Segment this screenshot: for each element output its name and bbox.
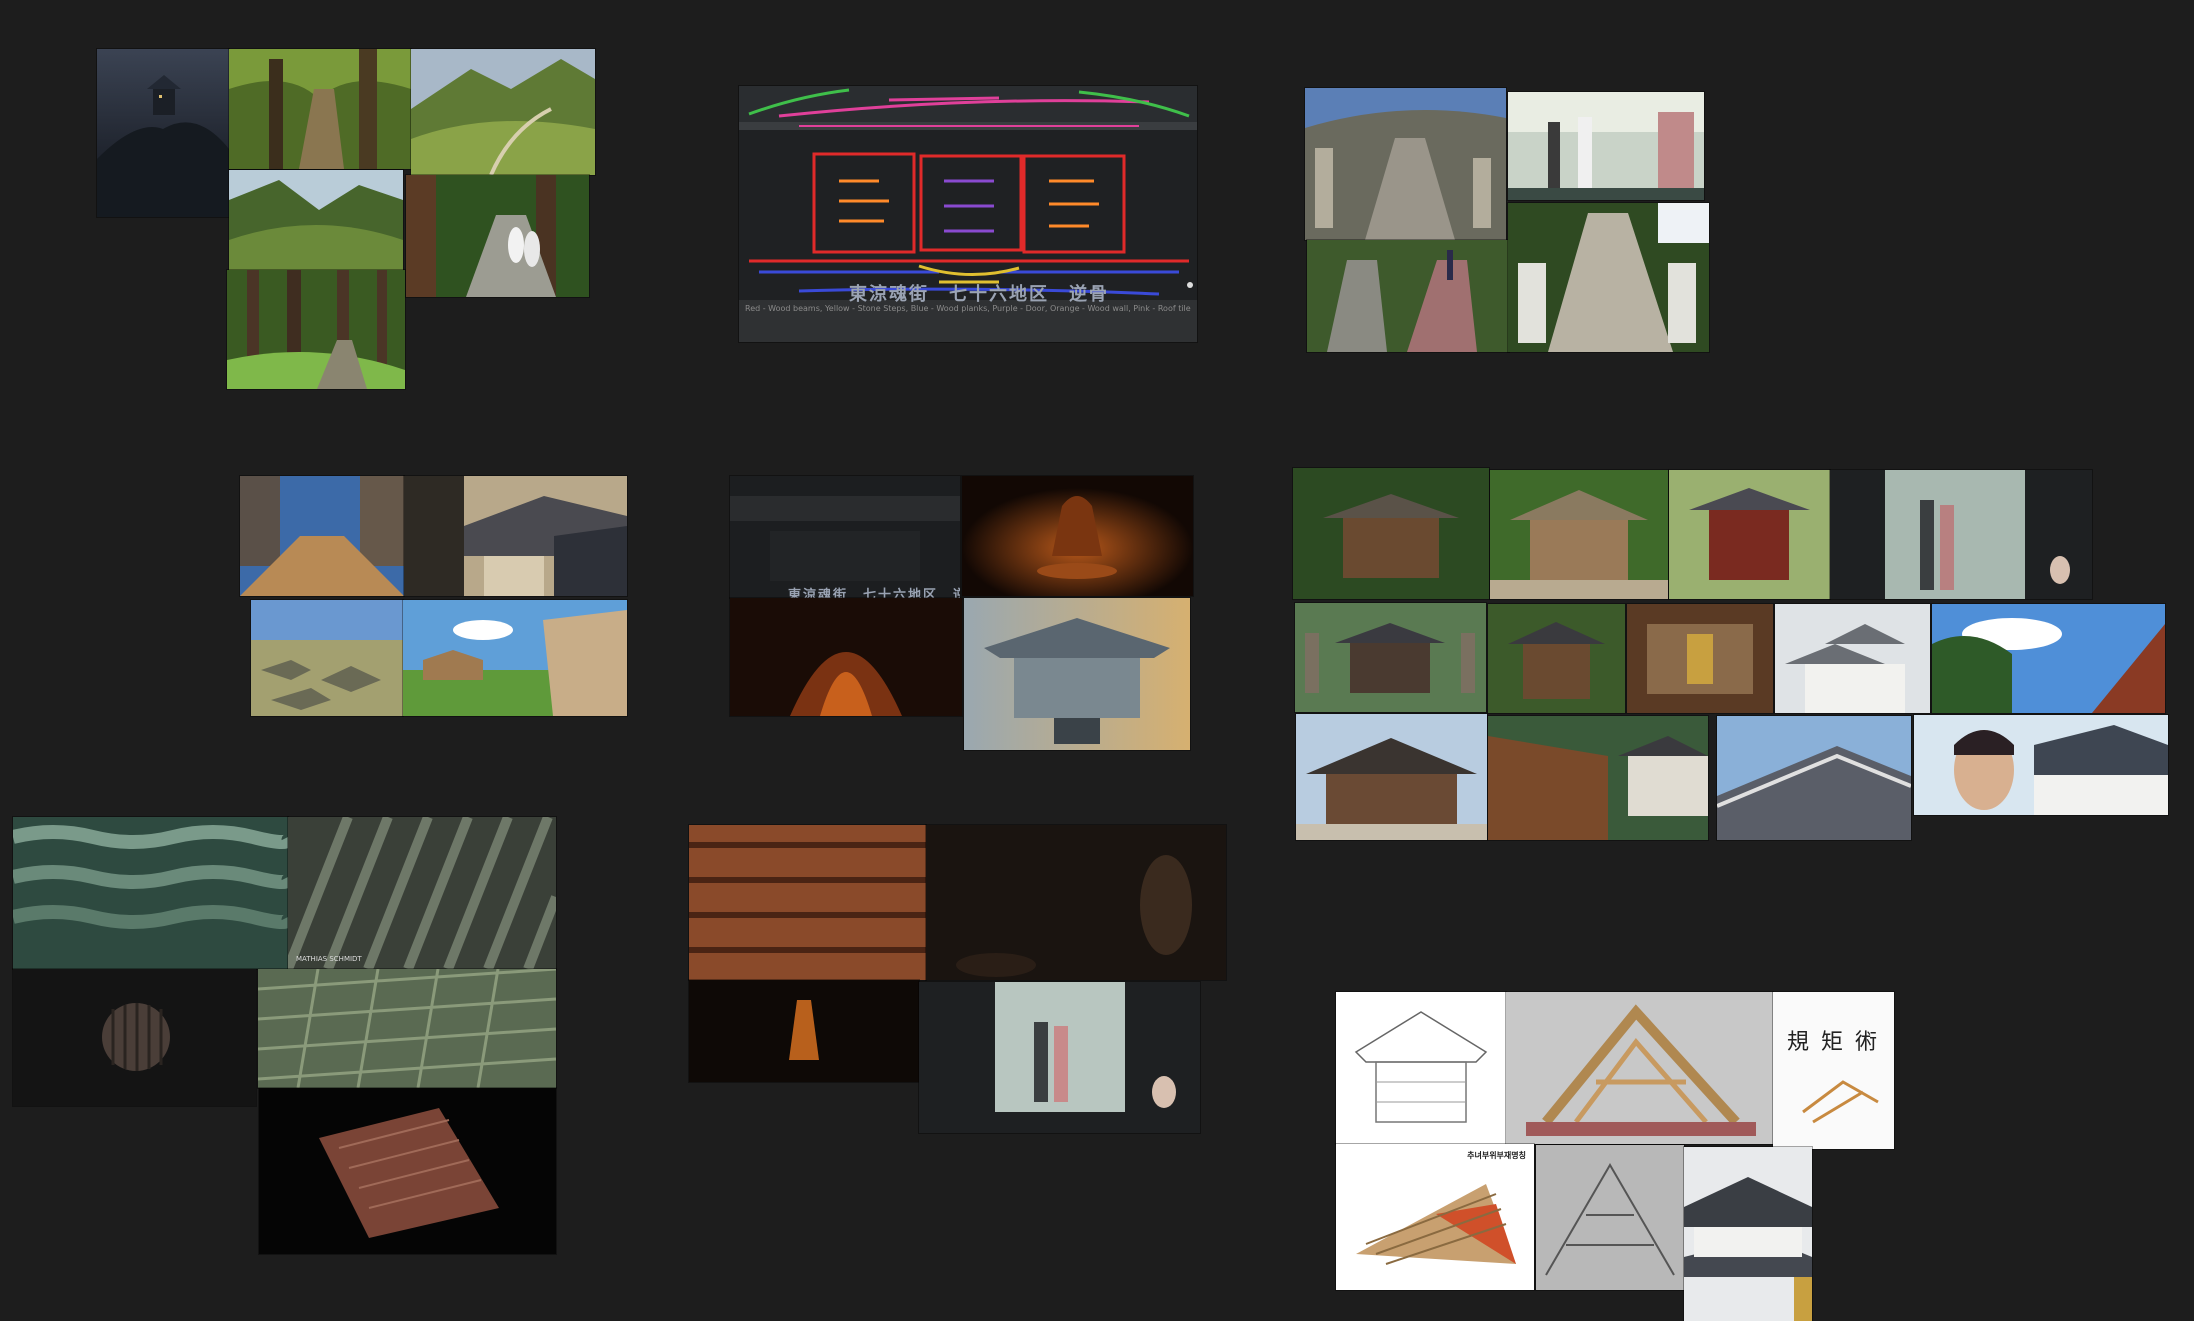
dark-roof-tiles-image[interactable]: MATHIAS SCHMIDT (288, 817, 556, 969)
anime-village-hut-image[interactable] (403, 600, 627, 716)
tile-sphere-render-image[interactable] (13, 969, 256, 1106)
anime-doorway-scene-image[interactable] (919, 982, 1200, 1133)
green-roof-tiles-image[interactable] (13, 817, 288, 969)
grand-stone-staircase-image[interactable] (1508, 203, 1709, 352)
red-shrine-image[interactable] (1669, 470, 1830, 599)
glowing-figure-image[interactable] (689, 980, 919, 1082)
wood-planks-texture-image[interactable] (689, 825, 926, 980)
mossy-forest-path-image[interactable] (229, 49, 411, 169)
shrine-sign-text: 東涼魂街 七十六地区 逆骨 (788, 588, 960, 598)
anime-wooden-houses-image[interactable] (404, 476, 627, 596)
flame-spirit-image[interactable] (962, 476, 1193, 596)
anime-pine-roof-image[interactable] (1932, 604, 2165, 713)
terracotta-tile-patch-image[interactable] (259, 1088, 556, 1254)
forest-shrine-2-image[interactable] (1490, 470, 1668, 599)
color-coded-shrine-breakdown[interactable]: 東涼魂街 七十六地区 逆骨 Red - Wood beams, Yellow -… (739, 86, 1197, 342)
weathered-tile-grid-image[interactable] (258, 969, 556, 1088)
anime-rooftops-overview-image[interactable] (251, 600, 403, 716)
wooden-veranda-house-image[interactable] (1488, 716, 1708, 840)
lantern-shrine-image[interactable] (1295, 603, 1486, 712)
anime-samurai-portrait-image[interactable] (1914, 715, 2168, 815)
book-title: 規矩術 (1787, 1030, 1890, 1055)
dark-room-figure-image[interactable] (926, 825, 1226, 980)
stone-stairs-lanterns-image[interactable] (1305, 88, 1506, 240)
moodboard-canvas[interactable]: 東涼魂街 七十六地区 逆骨 Red - Wood beams, Yellow -… (0, 0, 2194, 1321)
mossy-stone-stairs-image[interactable] (1307, 240, 1509, 352)
misty-temple-image[interactable] (964, 598, 1190, 750)
castle-roofs-image[interactable] (1775, 604, 1930, 713)
forest-stairs-pilgrims-image[interactable] (406, 175, 589, 297)
bracket-wireframe-image[interactable] (1536, 1145, 1684, 1290)
dark-shrine-facade-image[interactable]: 東涼魂街 七十六地区 逆骨 (730, 476, 960, 598)
anime-stairs-characters-image[interactable] (1508, 92, 1704, 200)
flame-spirit-closeup-image[interactable] (730, 598, 962, 716)
roof-structure-sketch-image[interactable] (1336, 992, 1506, 1144)
valley-forest-image[interactable] (229, 170, 403, 270)
artist-watermark: MATHIAS SCHMIDT (296, 955, 362, 963)
rafter-diagram-labeled-image[interactable]: 추녀부위부재명칭 (1336, 1144, 1534, 1290)
temple-hall-image[interactable] (1296, 714, 1487, 840)
small-wooden-shrine-image[interactable] (1488, 604, 1625, 713)
anime-veranda-couple-image[interactable] (1830, 470, 2092, 599)
forest-shrine-1-image[interactable] (1293, 468, 1489, 599)
tile-corner-marker (1187, 282, 1193, 288)
cedar-forest-path-image[interactable] (227, 270, 405, 389)
tiled-house-roof-image[interactable] (1684, 1147, 1812, 1321)
anime-street-background-image[interactable] (240, 476, 404, 596)
roof-corner-detail-image[interactable] (1717, 716, 1911, 840)
diagram-title: 추녀부위부재명칭 (1467, 1151, 1526, 1160)
shrine-interior-image[interactable] (1627, 604, 1773, 713)
night-castle-image[interactable] (97, 49, 229, 217)
green-mountain-ridge-image[interactable] (411, 49, 595, 175)
roof-frame-3d-render-image[interactable] (1506, 992, 1773, 1144)
color-legend-caption: Red - Wood beams, Yellow - Stone Steps, … (745, 304, 1191, 313)
carpentry-book-cover-image[interactable]: 規矩術 (1773, 992, 1894, 1149)
